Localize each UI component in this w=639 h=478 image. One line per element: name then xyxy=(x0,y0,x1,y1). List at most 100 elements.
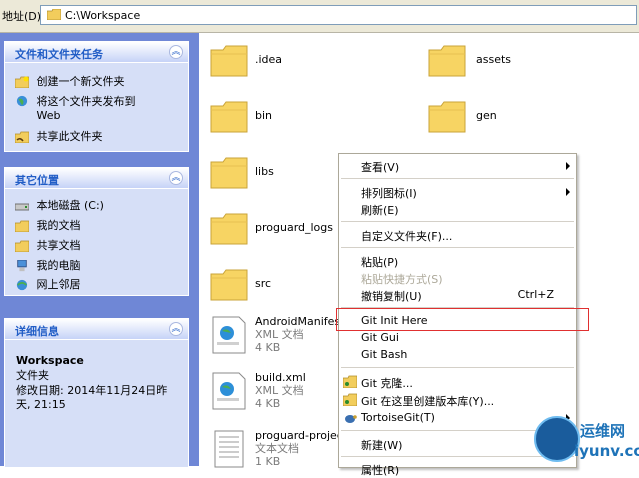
file-name: build.xml xyxy=(255,371,306,384)
details-modified: 修改日期: 2014年11月24日昨天, 21:15 xyxy=(16,384,168,411)
computer-icon xyxy=(17,260,27,272)
file-size: 4 KB xyxy=(255,341,281,354)
file-size: 4 KB xyxy=(255,397,281,410)
places-panel-header[interactable]: 其它位置 ︽ xyxy=(5,168,188,189)
menu-undo-copy[interactable]: 撤销复制(U) Ctrl+Z xyxy=(339,286,576,303)
new-folder-icon xyxy=(15,76,29,88)
folder-icon xyxy=(15,220,29,232)
submenu-arrow-icon xyxy=(566,162,570,170)
menu-label: Git 克隆... xyxy=(361,377,413,390)
folder-icon xyxy=(210,157,248,189)
tasks-panel-title: 文件和文件夹任务 xyxy=(15,48,103,61)
details-name: Workspace xyxy=(16,354,84,367)
xml-file-icon xyxy=(212,316,246,354)
task-new-folder[interactable]: 创建一个新文件夹 xyxy=(15,75,125,89)
tasks-panel: 文件和文件夹任务 ︽ 创建一个新文件夹 将这个文件夹发布到 Web 共享此文件夹 xyxy=(4,41,189,152)
highlight-annotation xyxy=(336,308,589,331)
file-name: proguard-project xyxy=(255,429,348,442)
places-panel-title: 其它位置 xyxy=(15,174,59,187)
file-size: 1 KB xyxy=(255,455,281,468)
places-panel: 其它位置 ︽ 本地磁盘 (C:) 我的文档 共享文档 我的电脑 网上邻居 xyxy=(4,167,189,296)
place-my-documents[interactable]: 我的文档 xyxy=(15,219,81,233)
menu-label: 自定义文件夹(F)... xyxy=(361,230,453,243)
task-pane: 文件和文件夹任务 ︽ 创建一个新文件夹 将这个文件夹发布到 Web 共享此文件夹… xyxy=(0,33,199,467)
folder-name: bin xyxy=(255,109,273,122)
menu-separator xyxy=(341,247,574,248)
file-info: proguard-project 文本文档 1 KB xyxy=(255,429,347,468)
tasks-panel-header[interactable]: 文件和文件夹任务 ︽ xyxy=(5,42,188,63)
text-file-icon xyxy=(214,430,244,468)
task-publish-web[interactable]: 将这个文件夹发布到 Web xyxy=(15,95,155,123)
xml-file-icon xyxy=(212,372,246,410)
collapse-icon[interactable]: ︽ xyxy=(169,171,183,185)
place-label: 本地磁盘 (C:) xyxy=(36,199,104,212)
git-repo-icon xyxy=(343,393,357,406)
address-label: 地址(D) xyxy=(2,10,42,23)
menu-view[interactable]: 查看(V) xyxy=(339,157,576,174)
folder-icon xyxy=(210,45,248,77)
place-my-computer[interactable]: 我的电脑 xyxy=(15,259,81,273)
drive-icon xyxy=(15,203,29,211)
file-info: build.xml XML 文档 4 KB xyxy=(255,371,306,410)
menu-git-clone[interactable]: Git 克隆... xyxy=(339,373,576,390)
menu-refresh[interactable]: 刷新(E) xyxy=(339,200,576,217)
folder-name: libs xyxy=(255,165,274,178)
menu-label: 刷新(E) xyxy=(361,204,399,217)
menu-label: 新建(W) xyxy=(361,439,403,452)
collapse-icon[interactable]: ︽ xyxy=(169,322,183,336)
publish-web-icon xyxy=(16,95,28,107)
submenu-arrow-icon xyxy=(566,188,570,196)
folder-name: .idea xyxy=(255,53,283,66)
folder-icon xyxy=(428,45,466,77)
file-type: XML 文档 xyxy=(255,384,304,397)
menu-label: Git 在这里创建版本库(Y)... xyxy=(361,395,495,408)
menu-label: 撤销复制(U) xyxy=(361,290,422,303)
menu-label: 查看(V) xyxy=(361,161,400,174)
folder-icon xyxy=(210,213,248,245)
details-panel: 详细信息 ︽ Workspace 文件夹 修改日期: 2014年11月24日昨天… xyxy=(4,318,189,467)
share-folder-icon xyxy=(15,131,29,143)
menu-customize[interactable]: 自定义文件夹(F)... xyxy=(339,226,576,243)
menu-label: Git Bash xyxy=(361,348,408,361)
watermark-logo: 运维网 iyunv.com xyxy=(534,412,639,466)
menu-arrange[interactable]: 排列图标(I) xyxy=(339,183,576,200)
folder-name: assets xyxy=(476,53,512,66)
menu-git-gui[interactable]: Git Gui xyxy=(339,329,576,346)
menu-shortcut: Ctrl+Z xyxy=(517,288,554,301)
folder-name: src xyxy=(255,277,272,290)
address-bar: 地址(D) C:\Workspace xyxy=(0,0,639,33)
folder-icon xyxy=(15,240,29,252)
tortoisegit-icon xyxy=(345,415,357,423)
task-share-folder[interactable]: 共享此文件夹 xyxy=(15,130,103,144)
place-label: 我的电脑 xyxy=(36,259,81,272)
folder-name: gen xyxy=(476,109,497,122)
task-label: 创建一个新文件夹 xyxy=(36,75,125,88)
task-label: 将这个文件夹发布到 Web xyxy=(36,95,136,122)
menu-label: 属性(R) xyxy=(361,464,400,477)
details-panel-header[interactable]: 详细信息 ︽ xyxy=(5,319,188,340)
address-input[interactable]: C:\Workspace xyxy=(40,5,637,25)
folder-name: proguard_logs xyxy=(255,221,333,234)
menu-git-create-repo[interactable]: Git 在这里创建版本库(Y)... xyxy=(339,391,576,408)
place-shared-documents[interactable]: 共享文档 xyxy=(15,239,81,253)
menu-paste[interactable]: 粘贴(P) xyxy=(339,252,576,269)
place-label: 我的文档 xyxy=(36,219,81,232)
menu-label: Git Gui xyxy=(361,331,399,344)
menu-label: 排列图标(I) xyxy=(361,187,417,200)
place-label: 共享文档 xyxy=(36,239,81,252)
details-type: 文件夹 xyxy=(16,369,49,382)
watermark-text: 运维网 xyxy=(580,422,626,440)
menu-label: TortoiseGit(T) xyxy=(361,411,435,424)
menu-git-bash[interactable]: Git Bash xyxy=(339,346,576,363)
git-clone-icon xyxy=(343,375,357,388)
details-panel-title: 详细信息 xyxy=(15,325,59,338)
file-info: AndroidManifest XML 文档 4 KB xyxy=(255,315,344,354)
folder-icon xyxy=(428,101,466,133)
place-local-disk[interactable]: 本地磁盘 (C:) xyxy=(15,199,104,213)
place-network[interactable]: 网上邻居 xyxy=(15,278,81,292)
watermark-url: iyunv.com xyxy=(574,442,639,460)
menu-separator xyxy=(341,367,574,368)
menu-label: 粘贴(P) xyxy=(361,256,399,269)
collapse-icon[interactable]: ︽ xyxy=(169,45,183,59)
folder-icon xyxy=(47,9,61,20)
